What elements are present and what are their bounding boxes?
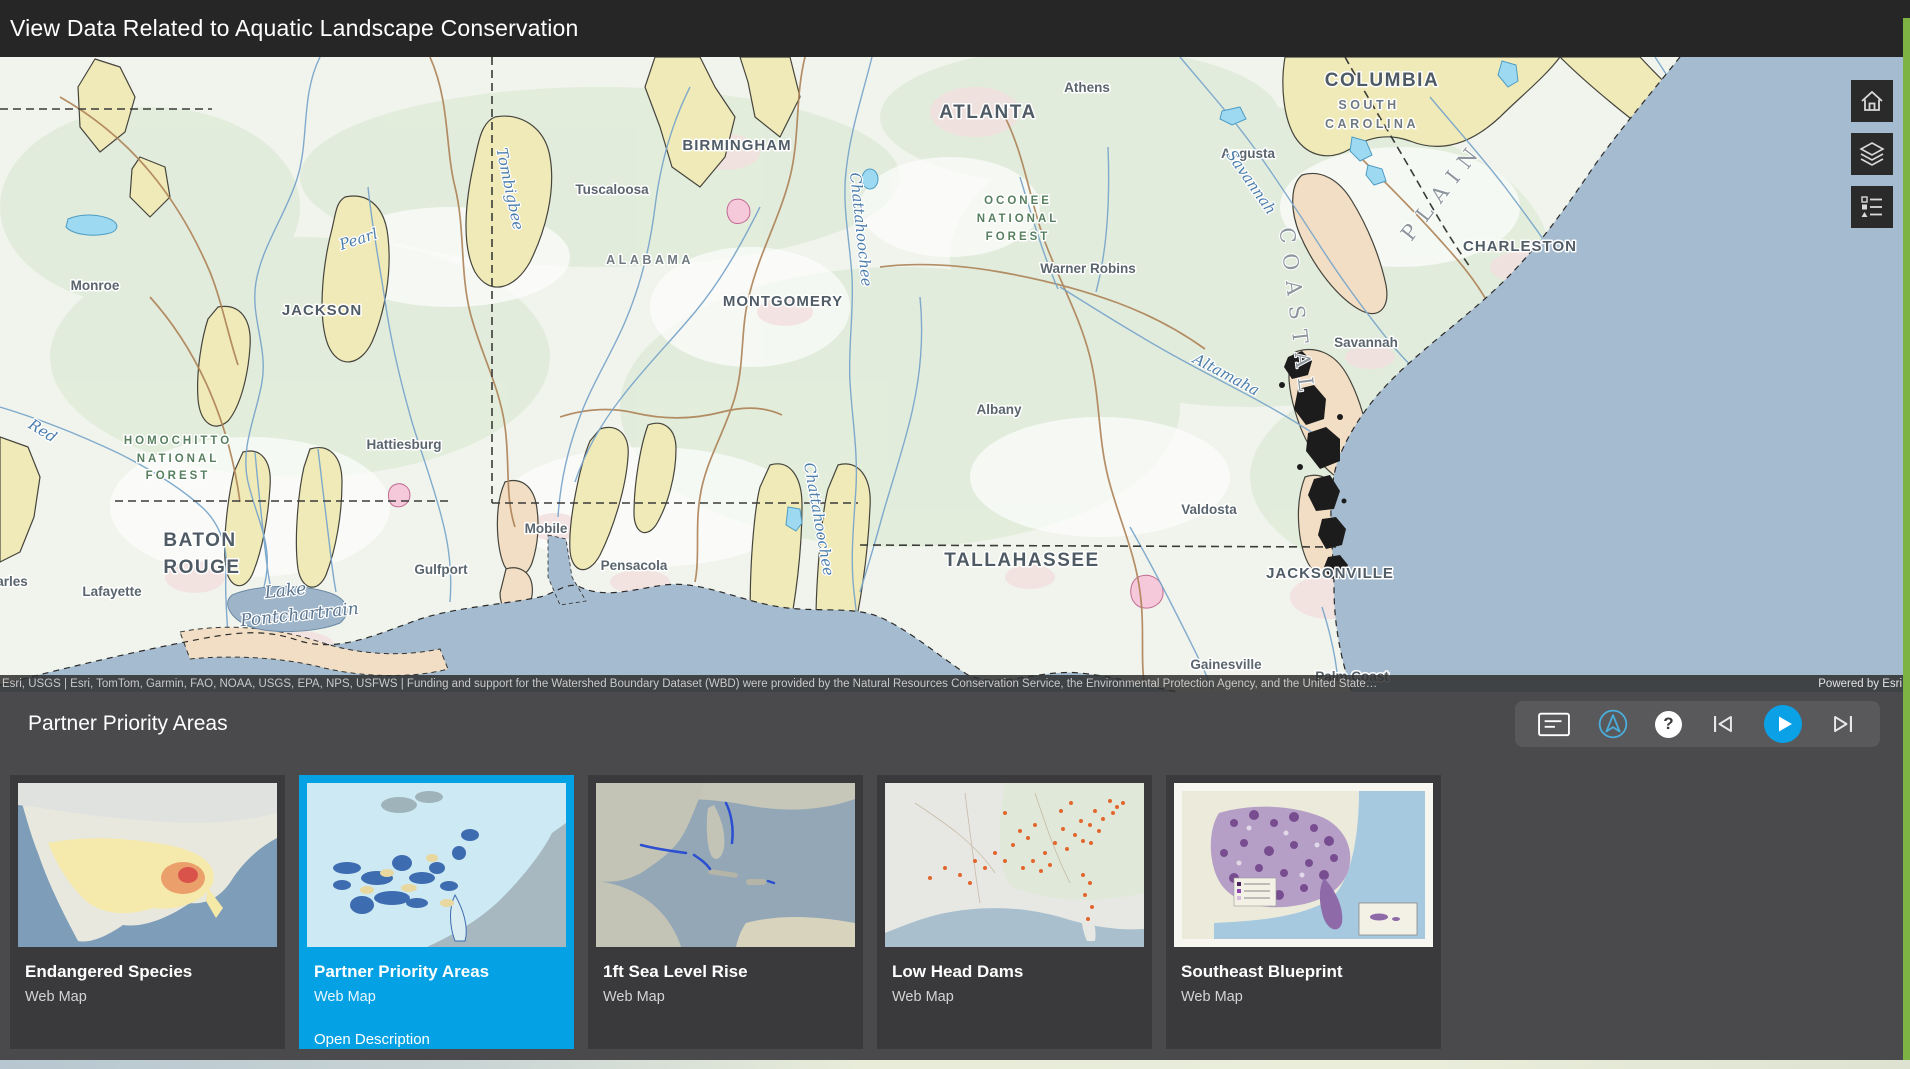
- map-label: ALABAMA: [606, 253, 694, 267]
- map-label: CHARLESTON: [1463, 238, 1577, 255]
- map-label: NATIONAL: [977, 213, 1060, 225]
- card-subtitle: Web Map: [314, 989, 574, 1005]
- page-edge-green-strip: [1903, 18, 1910, 1060]
- toolbar-actions: ?: [1515, 701, 1880, 747]
- card-subtitle: Web Map: [25, 989, 285, 1005]
- open-description-link[interactable]: Open Description: [314, 1031, 574, 1048]
- map-label: OCONEE: [984, 195, 1052, 207]
- map-label: Gulfport: [414, 562, 468, 577]
- map-label: BATON: [163, 530, 236, 551]
- next-button[interactable]: [1828, 709, 1858, 739]
- map-label: ROUGE: [163, 557, 240, 578]
- map-label: HOMOCHITTO: [124, 435, 232, 447]
- legend-button[interactable]: [1851, 186, 1893, 228]
- skip-previous-icon: [1708, 709, 1738, 739]
- description-icon: [1537, 710, 1571, 738]
- description-button[interactable]: [1537, 710, 1571, 738]
- map-label: Pensacola: [601, 558, 668, 573]
- card-southeast-blueprint[interactable]: Southeast Blueprint Web Map: [1166, 775, 1441, 1049]
- thumbnail-low-head-dams: [885, 783, 1144, 947]
- card-title: Partner Priority Areas: [314, 962, 574, 982]
- card-endangered-species[interactable]: Endangered Species Web Map: [10, 775, 285, 1049]
- attribution-bar: Esri, USGS | Esri, TomTom, Garmin, FAO, …: [0, 675, 1910, 692]
- thumbnail-southeast-blueprint: [1174, 783, 1433, 947]
- map-label: Athens: [1064, 80, 1110, 95]
- map-label: CAROLINA: [1325, 117, 1419, 131]
- page-bottom-strip: [0, 1060, 1910, 1069]
- card-title: Low Head Dams: [892, 962, 1152, 982]
- map-label: Savannah: [1334, 335, 1398, 350]
- map-label: Gainesville: [1190, 657, 1262, 672]
- map-label: SOUTH: [1338, 98, 1399, 112]
- play-icon: [1764, 705, 1802, 743]
- map-label: FOREST: [146, 470, 211, 482]
- attribution-sources: Esri, USGS | Esri, TomTom, Garmin, FAO, …: [2, 678, 1377, 690]
- thumbnail-partner-priority-areas: [307, 783, 566, 947]
- card-subtitle: Web Map: [892, 989, 1152, 1005]
- map-label: FOREST: [986, 231, 1051, 243]
- compass-icon: [1597, 708, 1629, 740]
- thumbnail-1ft-sea-level-rise: [596, 783, 855, 947]
- play-button[interactable]: [1764, 705, 1802, 743]
- map-label: arles: [0, 574, 28, 589]
- card-partner-priority-areas[interactable]: Partner Priority Areas Web Map Open Desc…: [299, 775, 574, 1049]
- map-label: Valdosta: [1181, 502, 1237, 517]
- map-label: JACKSON: [282, 302, 362, 319]
- map-label: Hattiesburg: [366, 437, 441, 452]
- page-title: View Data Related to Aquatic Landscape C…: [10, 15, 579, 42]
- map-label: JACKSONVILLE: [1266, 565, 1394, 582]
- previous-button[interactable]: [1708, 709, 1738, 739]
- powered-by-esri: Powered by Esri: [1818, 678, 1902, 690]
- map-label: BIRMINGHAM: [682, 137, 791, 154]
- app-header: View Data Related to Aquatic Landscape C…: [0, 0, 1910, 57]
- map-label: Warner Robins: [1040, 261, 1136, 276]
- card-subtitle: Web Map: [603, 989, 863, 1005]
- map-label: Albany: [976, 402, 1022, 417]
- map-label: Lafayette: [82, 584, 142, 599]
- skip-next-icon: [1828, 709, 1858, 739]
- map-svg: ATLANTA BIRMINGHAM MONTGOMERY JACKSON BATON R…: [0, 57, 1910, 692]
- legend-icon: [1859, 194, 1885, 220]
- home-button[interactable]: [1851, 80, 1893, 122]
- compass-button[interactable]: [1597, 708, 1629, 740]
- map-label: ATLANTA: [939, 102, 1036, 123]
- card-subtitle: Web Map: [1181, 989, 1441, 1005]
- panel-toolbar: Partner Priority Areas ?: [0, 692, 1910, 756]
- thumbnail-endangered-species: [18, 783, 277, 947]
- help-icon: ?: [1655, 711, 1682, 738]
- card-title: Southeast Blueprint: [1181, 962, 1441, 982]
- card-title: Endangered Species: [25, 962, 285, 982]
- map-label: Tuscaloosa: [575, 182, 649, 197]
- map-label: Mobile: [525, 521, 568, 536]
- card-low-head-dams[interactable]: Low Head Dams Web Map: [877, 775, 1152, 1049]
- card-1ft-sea-level-rise[interactable]: 1ft Sea Level Rise Web Map: [588, 775, 863, 1049]
- map-label: TALLAHASSEE: [944, 550, 1099, 571]
- map-controls: [1851, 80, 1893, 228]
- map-label: NATIONAL: [137, 453, 220, 465]
- map-label: MONTGOMERY: [723, 293, 843, 310]
- layers-icon: [1858, 140, 1886, 168]
- help-button[interactable]: ?: [1655, 711, 1682, 738]
- bottom-panel: Partner Priority Areas ?: [0, 692, 1910, 1069]
- layers-button[interactable]: [1851, 133, 1893, 175]
- panel-title: Partner Priority Areas: [28, 712, 228, 736]
- map-label: Monroe: [71, 278, 120, 293]
- map-canvas[interactable]: ATLANTA BIRMINGHAM MONTGOMERY JACKSON BATON R…: [0, 57, 1910, 692]
- card-title: 1ft Sea Level Rise: [603, 962, 863, 982]
- map-label: COLUMBIA: [1325, 70, 1439, 91]
- home-icon: [1859, 88, 1885, 114]
- web-map-gallery: Endangered Species Web Map: [0, 756, 1910, 1049]
